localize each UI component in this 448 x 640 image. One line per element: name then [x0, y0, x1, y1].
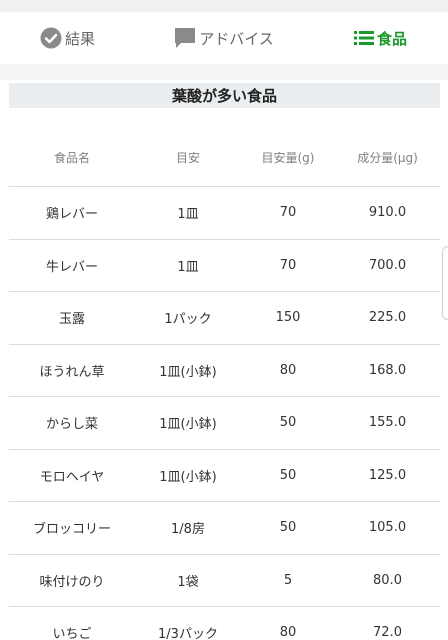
header-portion: 目安 [175, 151, 200, 165]
food-portion: 1/3パック [158, 627, 218, 640]
table-row: 味付けのり 1袋 5 80.0 [9, 553, 440, 607]
table-row: モロヘイヤ 1皿(小鉢) 50 125.0 [9, 448, 440, 502]
food-grams: 5 [283, 572, 293, 588]
food-grams: 50 [279, 520, 297, 536]
food-grams: 50 [279, 467, 297, 483]
tab-advice[interactable]: アドバイス [135, 12, 313, 64]
table-row: 牛レバー 1皿 70 700.0 [9, 238, 440, 292]
table-row: からし菜 1皿(小鉢) 50 155.0 [9, 396, 440, 449]
food-name: 牛レバー [45, 259, 98, 275]
speech-bubble-icon [174, 27, 196, 49]
food-portion: 1パック [164, 312, 212, 328]
food-amount: 910.0 [368, 205, 407, 221]
food-grams: 70 [279, 205, 297, 221]
food-amount: 700.0 [368, 257, 407, 273]
food-portion: 1皿(小鉢) [159, 469, 217, 485]
food-portion: 1皿(小鉢) [159, 417, 217, 433]
food-table-body: 鶏レバー 1皿 70 910.0 牛レバー 1皿 70 700.0 玉露 1パッ… [9, 186, 440, 640]
food-name: いちご [52, 627, 92, 640]
food-name: 鶏レバー [45, 207, 98, 223]
section-title: 葉酸が多い食品 [9, 83, 440, 108]
food-amount: 72.0 [373, 625, 402, 640]
table-row: 玉露 1パック 150 225.0 [9, 291, 440, 344]
tab-advice-label: アドバイス [199, 29, 274, 48]
food-portion: 1袋 [177, 574, 199, 590]
tab-food-label: 食品 [376, 29, 407, 48]
table-row: ほうれん草 1皿(小鉢) 80 168.0 [9, 343, 440, 397]
tab-result-label: 結果 [64, 29, 95, 48]
check-circle-icon [40, 27, 62, 49]
tab-bar: 結果 アドバイス 食品 [0, 12, 448, 76]
table-row: いちご 1/3パック 80 72.0 [9, 606, 440, 640]
food-name: 味付けのり [39, 574, 105, 590]
food-portion: 1皿 [177, 259, 199, 275]
header-grams: 目安量(g) [261, 151, 315, 165]
table-row: 鶏レバー 1皿 70 910.0 [9, 186, 440, 239]
food-name: モロヘイヤ [39, 469, 105, 485]
food-name: 玉露 [58, 312, 85, 328]
food-grams: 150 [275, 310, 301, 326]
tab-food[interactable]: 食品 [313, 12, 448, 64]
scrollbar-handle[interactable] [442, 246, 448, 320]
food-amount: 80.0 [373, 572, 402, 588]
food-portion: 1皿(小鉢) [159, 364, 217, 380]
list-icon [353, 30, 374, 46]
header-food-name: 食品名 [53, 151, 90, 165]
food-name: ブロッコリー [32, 522, 111, 538]
food-name: ほうれん草 [39, 364, 105, 380]
food-amount: 155.0 [368, 415, 407, 431]
header-amount: 成分量(μg) [357, 151, 418, 165]
food-amount: 168.0 [368, 362, 407, 378]
table-row: ブロッコリー 1/8房 50 105.0 [9, 501, 440, 554]
food-portion: 1皿 [177, 207, 199, 223]
food-grams: 80 [279, 362, 297, 378]
tab-result[interactable]: 結果 [0, 12, 135, 64]
food-amount: 125.0 [368, 467, 407, 483]
top-status-band [0, 0, 448, 12]
food-name: からし菜 [45, 417, 98, 433]
section-divider [0, 64, 448, 80]
food-amount: 105.0 [368, 520, 407, 536]
food-amount: 225.0 [368, 310, 407, 326]
food-grams: 80 [279, 625, 297, 640]
food-portion: 1/8房 [171, 522, 205, 538]
table-header: 食品名 目安 目安量(g) 成分量(μg) [9, 130, 440, 185]
food-grams: 50 [279, 415, 297, 431]
food-grams: 70 [279, 257, 297, 273]
